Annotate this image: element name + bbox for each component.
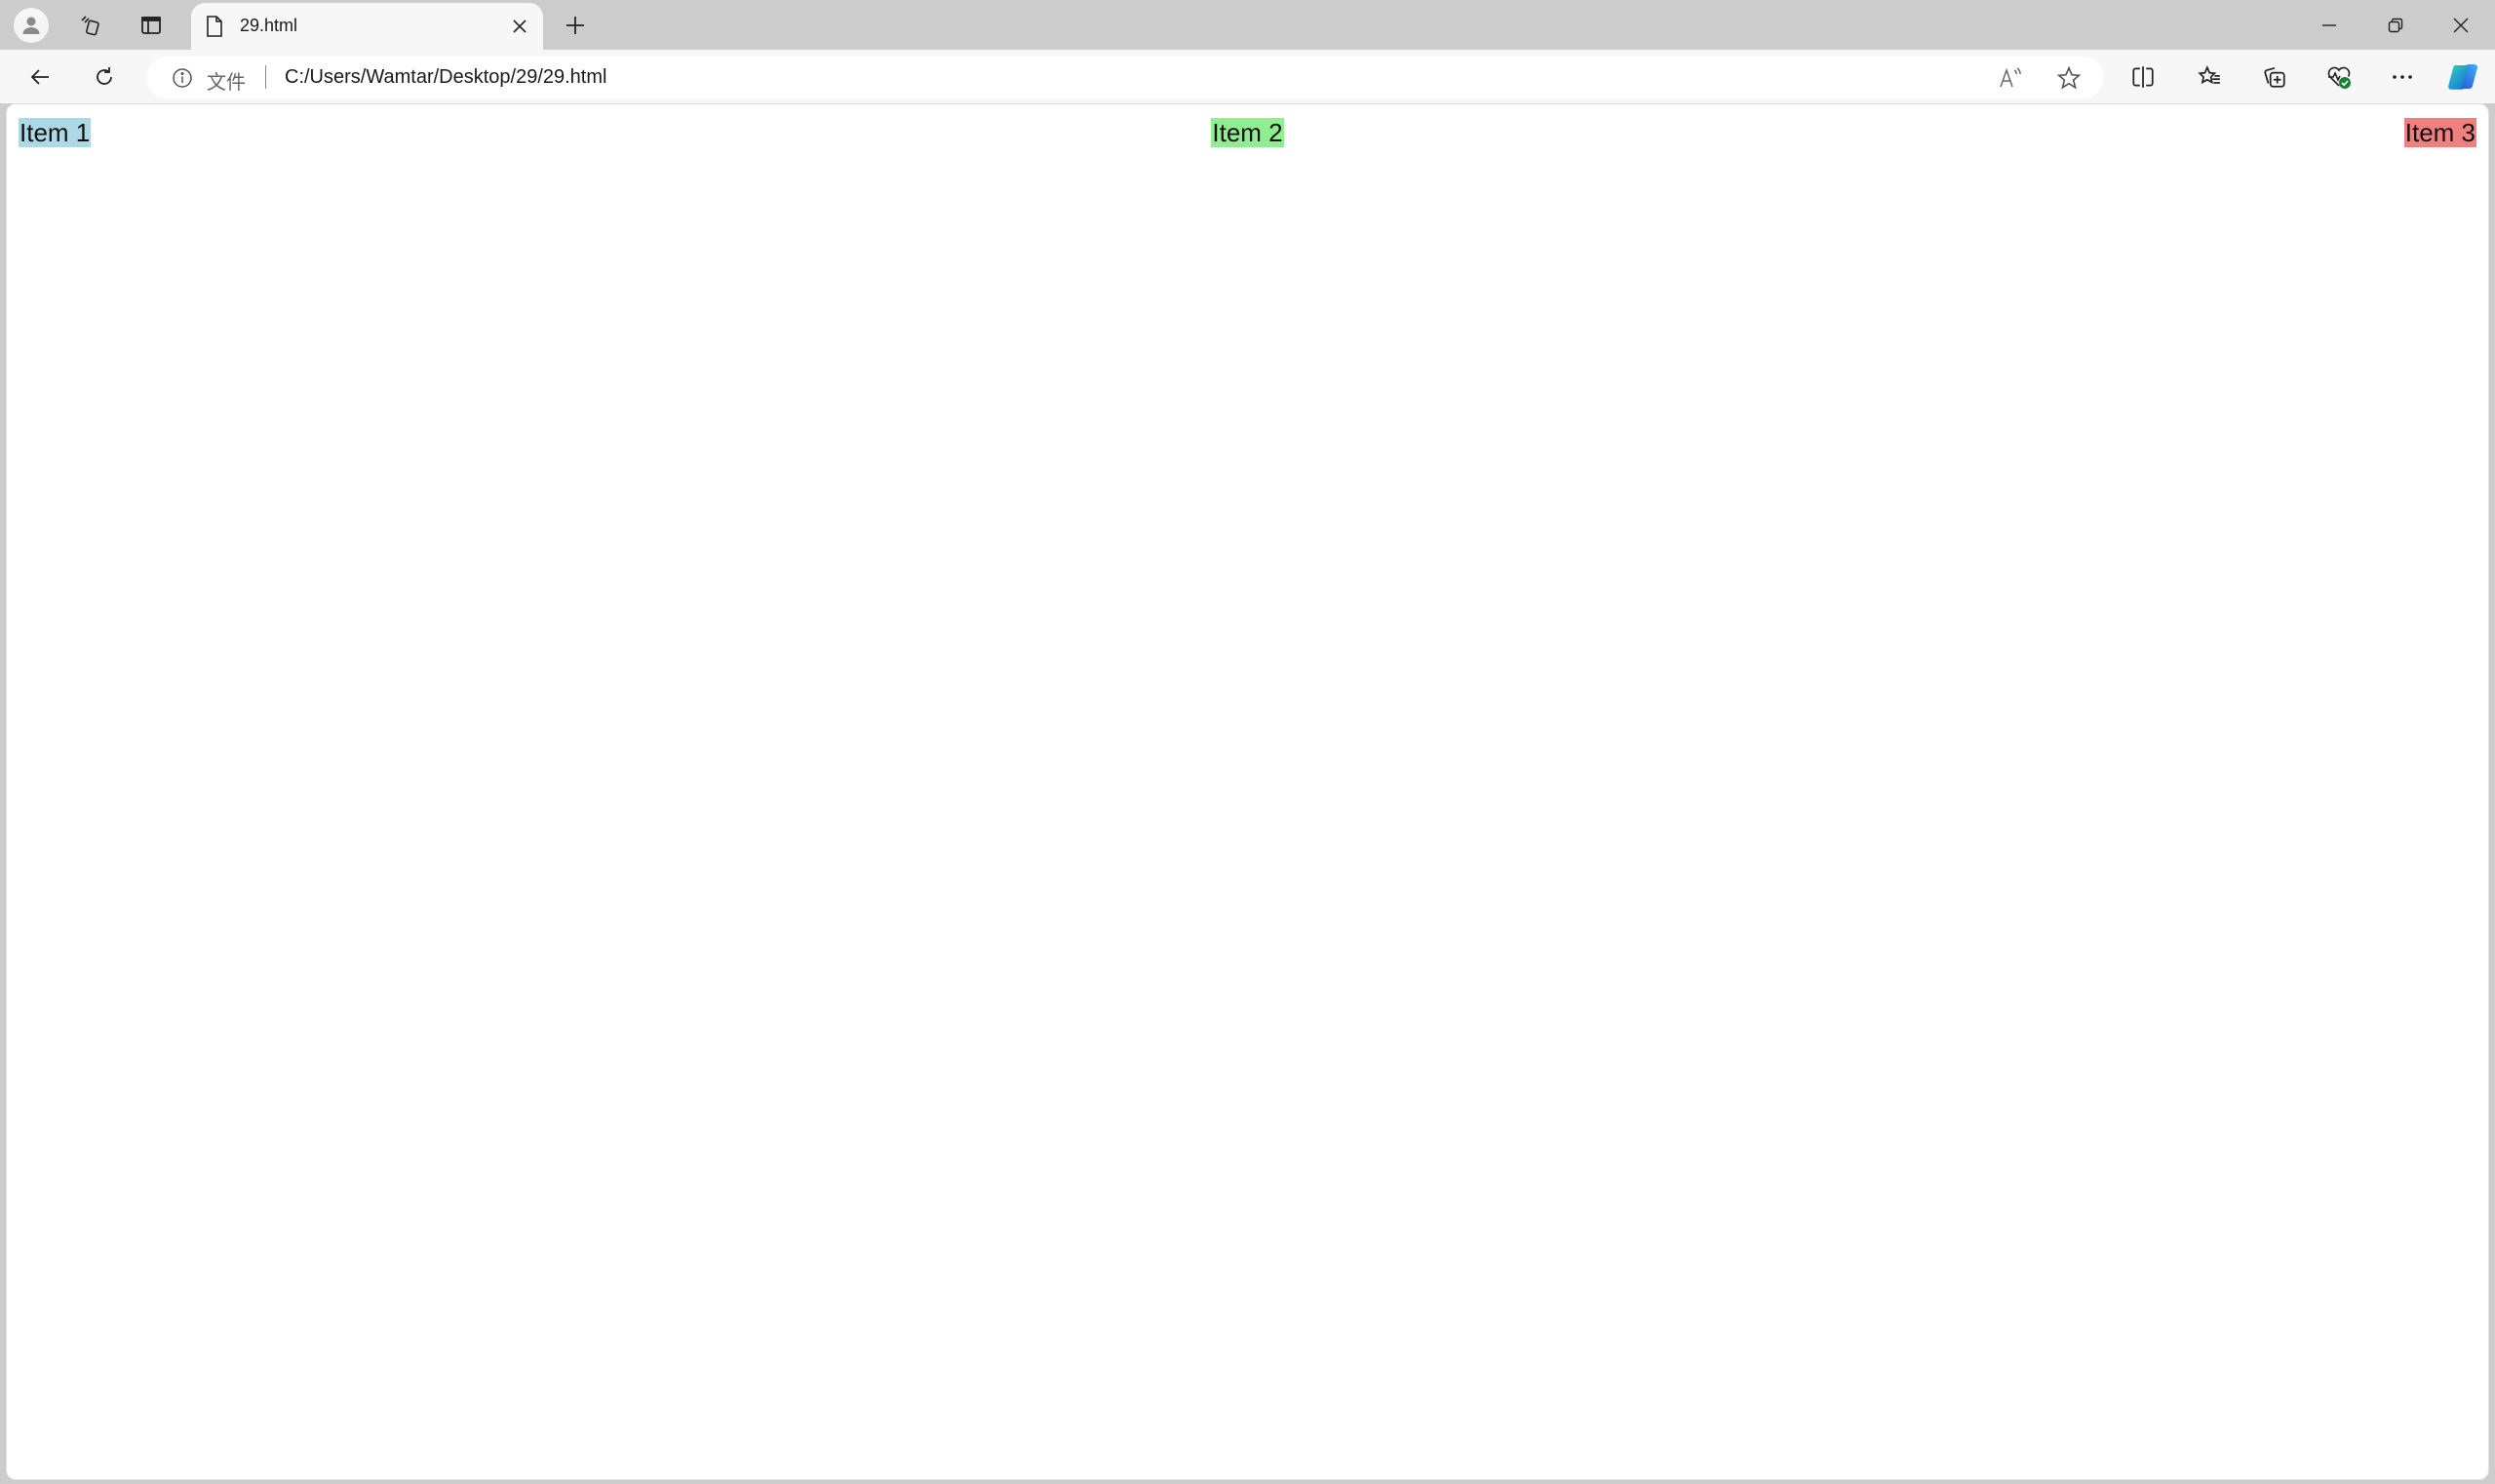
tab-title: 29.html	[240, 16, 298, 35]
read-aloud-button[interactable]	[1997, 64, 2024, 92]
restore-icon	[2388, 18, 2403, 32]
item-2: Item 2	[1211, 118, 1284, 147]
close-window-button[interactable]	[2427, 0, 2495, 50]
collections-button[interactable]	[2256, 59, 2293, 96]
navigation-toolbar: 文件 C:/Users/Wamtar/Desktop/29/29.html	[0, 50, 2495, 103]
copilot-button[interactable]	[2444, 59, 2481, 96]
vertical-tabs-button[interactable]	[134, 8, 169, 43]
security-label: 文件	[207, 72, 246, 94]
close-icon	[513, 20, 526, 33]
copilot-icon	[2448, 63, 2477, 90]
favorite-button[interactable]	[2055, 64, 2083, 92]
item-1: Item 1	[19, 118, 92, 147]
refresh-button[interactable]	[86, 59, 123, 96]
vertical-tabs-icon	[141, 17, 161, 34]
plus-icon	[566, 17, 584, 34]
minimize-button[interactable]	[2295, 0, 2363, 50]
new-tab-button[interactable]	[558, 8, 593, 43]
browser-essentials-icon	[2327, 66, 2351, 89]
workspaces-icon	[81, 16, 99, 36]
address-bar[interactable]: 文件 C:/Users/Wamtar/Desktop/29/29.html	[146, 57, 2104, 98]
file-icon	[205, 15, 224, 38]
star-icon	[2056, 65, 2082, 90]
more-button[interactable]	[2384, 59, 2421, 96]
split-screen-button[interactable]	[2125, 59, 2162, 96]
split-screen-icon	[2132, 66, 2154, 88]
tab-strip: 29.html	[0, 0, 2495, 50]
back-button[interactable]	[21, 59, 58, 96]
favorites-icon	[2198, 65, 2220, 85]
close-icon	[2453, 18, 2469, 32]
workspaces-button[interactable]	[72, 8, 107, 43]
profile-button[interactable]	[14, 8, 49, 43]
profile-icon	[22, 17, 40, 34]
active-tab[interactable]: 29.html	[191, 3, 543, 50]
address-separator	[265, 65, 266, 89]
item-3: Item 3	[2403, 118, 2476, 147]
collections-icon	[2264, 66, 2285, 88]
read-aloud-icon	[2000, 67, 2021, 88]
browser-essentials-button[interactable]	[2320, 59, 2358, 96]
restore-button[interactable]	[2361, 0, 2430, 50]
favorites-button[interactable]	[2191, 59, 2228, 96]
refresh-icon	[97, 67, 112, 85]
minimize-icon	[2322, 23, 2336, 26]
back-arrow-icon	[30, 69, 49, 85]
site-info-icon[interactable]	[172, 67, 193, 89]
more-icon	[2393, 75, 2412, 79]
url-text[interactable]: C:/Users/Wamtar/Desktop/29/29.html	[285, 66, 606, 89]
page-viewport: Item 1 Item 2 Item 3	[6, 103, 2489, 1480]
tab-close-button[interactable]	[504, 11, 535, 42]
flex-container: Item 1 Item 2 Item 3	[19, 118, 2476, 147]
